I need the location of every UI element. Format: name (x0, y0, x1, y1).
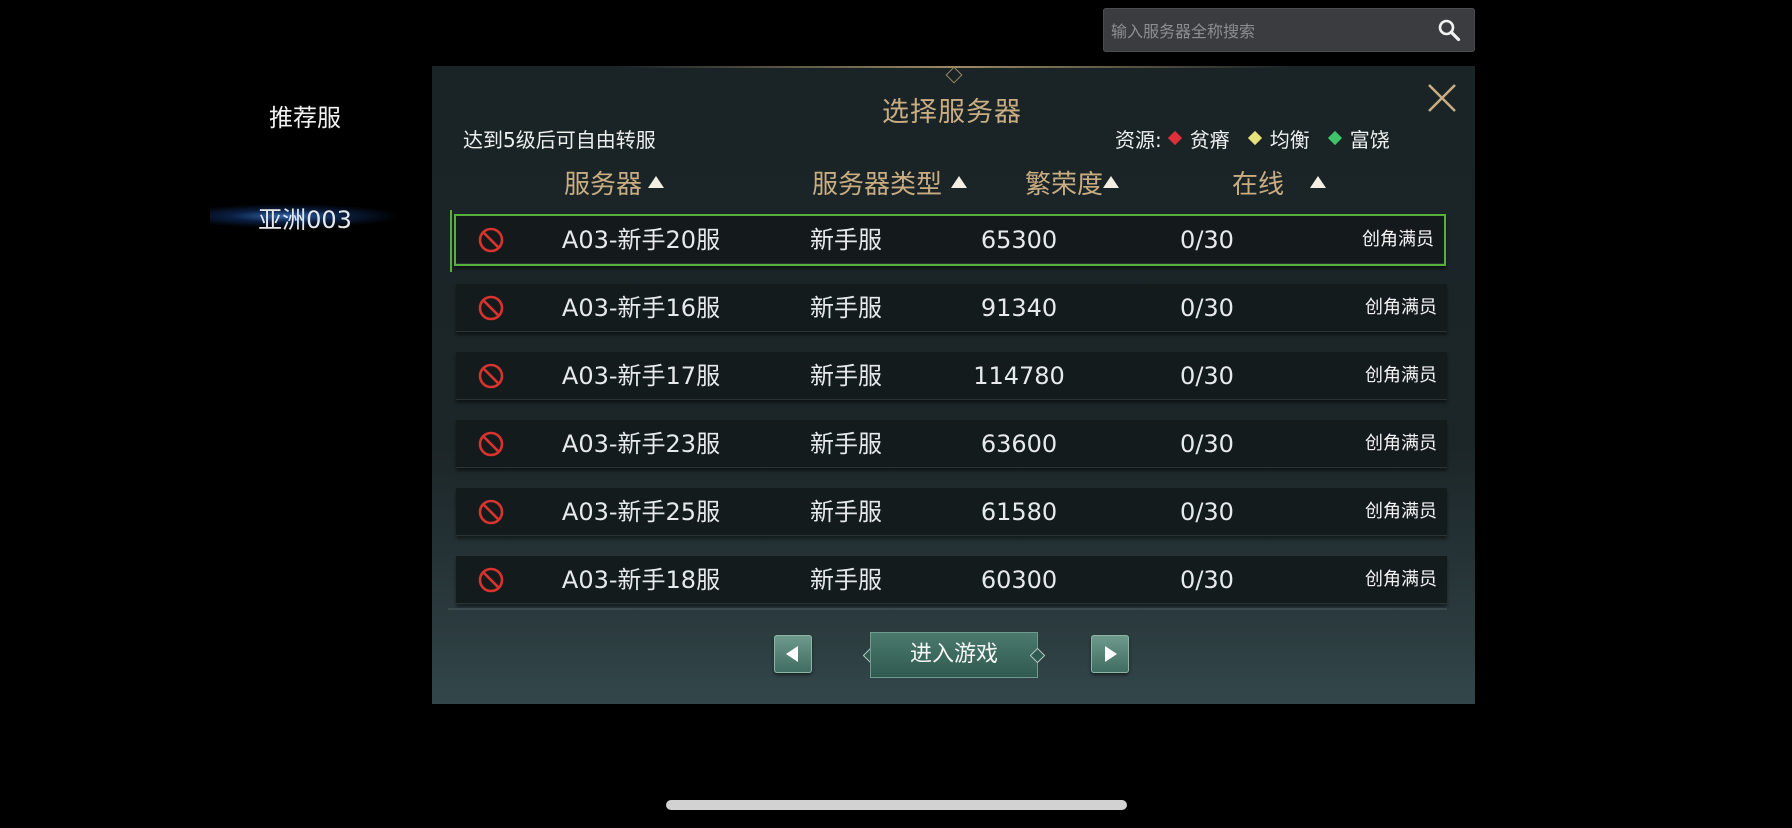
server-prosperity: 61580 (980, 498, 1058, 526)
server-online: 0/30 (1180, 294, 1234, 322)
ban-icon (478, 431, 504, 457)
search-icon[interactable] (1437, 18, 1461, 42)
server-type: 新手服 (810, 566, 882, 594)
server-prosperity: 63600 (980, 430, 1058, 458)
server-row[interactable]: A03-新手18服 新手服 60300 0/30 创角满员 (456, 556, 1447, 604)
ban-icon (478, 295, 504, 321)
sort-by-type-header[interactable]: 服务器类型 (812, 164, 968, 200)
panel-title: 选择服务器 (882, 97, 1022, 128)
server-online: 0/30 (1180, 362, 1234, 390)
server-prosperity: 60300 (980, 566, 1058, 594)
resource-rich-swatch-icon (1327, 130, 1342, 146)
resource-poor-label: 贫瘠 (1189, 127, 1230, 152)
server-status: 创角满员 (1365, 433, 1437, 454)
server-type: 新手服 (810, 226, 882, 254)
server-row[interactable]: A03-新手20服 新手服 65300 0/30 创角满员 (454, 214, 1446, 266)
home-indicator[interactable] (666, 800, 1127, 810)
server-online: 0/30 (1180, 566, 1234, 594)
sort-asc-icon (1103, 176, 1120, 188)
server-name: A03-新手16服 (561, 294, 721, 322)
enter-game-button[interactable]: 进入游戏 (870, 632, 1038, 678)
server-search-box[interactable] (1103, 8, 1475, 54)
server-row[interactable]: A03-新手23服 新手服 63600 0/30 创角满员 (456, 420, 1447, 468)
server-status: 创角满员 (1362, 229, 1434, 250)
server-row[interactable]: A03-新手17服 新手服 114780 0/30 创角满员 (456, 352, 1447, 400)
server-row[interactable]: A03-新手16服 新手服 91340 0/30 创角满员 (456, 284, 1447, 332)
region-label: 亚洲003 (258, 206, 352, 234)
list-bottom-edge (448, 608, 1447, 610)
ban-icon (478, 363, 504, 389)
server-status: 创角满员 (1365, 365, 1437, 386)
server-column-label: 服务器 (564, 169, 643, 200)
resource-balanced-label: 均衡 (1269, 127, 1310, 152)
server-status: 创角满员 (1365, 297, 1437, 318)
server-status: 创角满员 (1365, 501, 1437, 522)
server-status: 创角满员 (1365, 569, 1437, 590)
server-name: A03-新手23服 (561, 430, 721, 458)
search-input[interactable] (1109, 8, 1413, 54)
sort-by-server-header[interactable]: 服务器 (564, 164, 665, 200)
transfer-note: 达到5级后可自由转服 (463, 128, 656, 152)
arrow-left-icon (786, 646, 798, 662)
resource-rich-label: 富饶 (1349, 127, 1390, 152)
ban-icon (478, 499, 504, 525)
type-column-label: 服务器类型 (812, 169, 943, 200)
server-online: 0/30 (1180, 498, 1234, 526)
ban-icon (478, 227, 504, 253)
server-type: 新手服 (810, 498, 882, 526)
sort-by-prosperity-header[interactable]: 繁荣度 (1025, 164, 1120, 200)
arrow-right-icon (1105, 646, 1117, 662)
sort-asc-icon (951, 176, 968, 188)
sort-asc-icon (1310, 176, 1327, 188)
resource-legend-label: 资源: (1115, 127, 1162, 152)
server-name: A03-新手20服 (561, 226, 721, 254)
recommended-servers-tab[interactable]: 推荐服 (200, 98, 410, 133)
resource-poor-swatch-icon (1167, 130, 1182, 146)
prev-page-button[interactable] (774, 635, 812, 673)
server-online: 0/30 (1180, 226, 1234, 254)
resource-legend: 资源: 贫瘠 均衡 富饶 (1115, 124, 1390, 152)
server-prosperity: 114780 (973, 362, 1065, 390)
server-type: 新手服 (810, 362, 882, 390)
resource-balanced-swatch-icon (1247, 130, 1262, 146)
server-row[interactable]: A03-新手25服 新手服 61580 0/30 创角满员 (456, 488, 1447, 536)
next-page-button[interactable] (1091, 635, 1129, 673)
sort-by-online-header[interactable]: 在线 (1232, 164, 1327, 200)
server-type: 新手服 (810, 294, 882, 322)
region-item-selected[interactable]: 亚洲003 (210, 196, 400, 236)
server-name: A03-新手25服 (561, 498, 721, 526)
server-name: A03-新手17服 (561, 362, 721, 390)
prosperity-column-label: 繁荣度 (1025, 169, 1104, 200)
server-name: A03-新手18服 (561, 566, 721, 594)
close-icon[interactable] (1424, 80, 1460, 116)
server-online: 0/30 (1180, 430, 1234, 458)
server-prosperity: 91340 (980, 294, 1058, 322)
ban-icon (478, 567, 504, 593)
sort-asc-icon (648, 176, 665, 188)
server-type: 新手服 (810, 430, 882, 458)
server-prosperity: 65300 (980, 226, 1058, 254)
online-column-label: 在线 (1232, 169, 1285, 200)
